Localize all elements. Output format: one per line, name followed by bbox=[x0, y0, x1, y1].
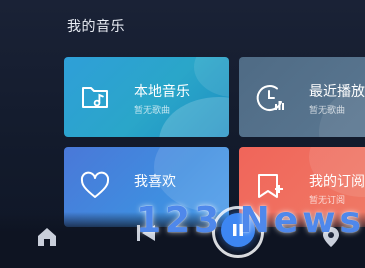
local-music-card[interactable]: 本地音乐 暂无歌曲 bbox=[64, 57, 229, 137]
card-title: 我喜欢 bbox=[134, 174, 176, 190]
watermark-text: 123 News bbox=[136, 200, 365, 241]
card-title: 本地音乐 bbox=[134, 84, 190, 100]
section-title: 我的音乐 bbox=[67, 19, 125, 35]
recent-play-card[interactable]: 最近播放 暂无歌曲 bbox=[239, 57, 365, 137]
card-subtitle: 暂无歌曲 bbox=[134, 106, 171, 116]
music-folder-icon bbox=[82, 87, 108, 108]
card-title: 我的订阅 bbox=[309, 174, 365, 190]
card-decoration bbox=[194, 57, 229, 97]
bookmark-plus-icon bbox=[258, 174, 283, 198]
card-subtitle: 暂无歌曲 bbox=[309, 106, 346, 116]
card-title: 最近播放 bbox=[309, 84, 365, 100]
home-icon[interactable] bbox=[36, 226, 58, 248]
recent-clock-icon bbox=[256, 85, 284, 111]
heart-icon bbox=[80, 171, 110, 198]
